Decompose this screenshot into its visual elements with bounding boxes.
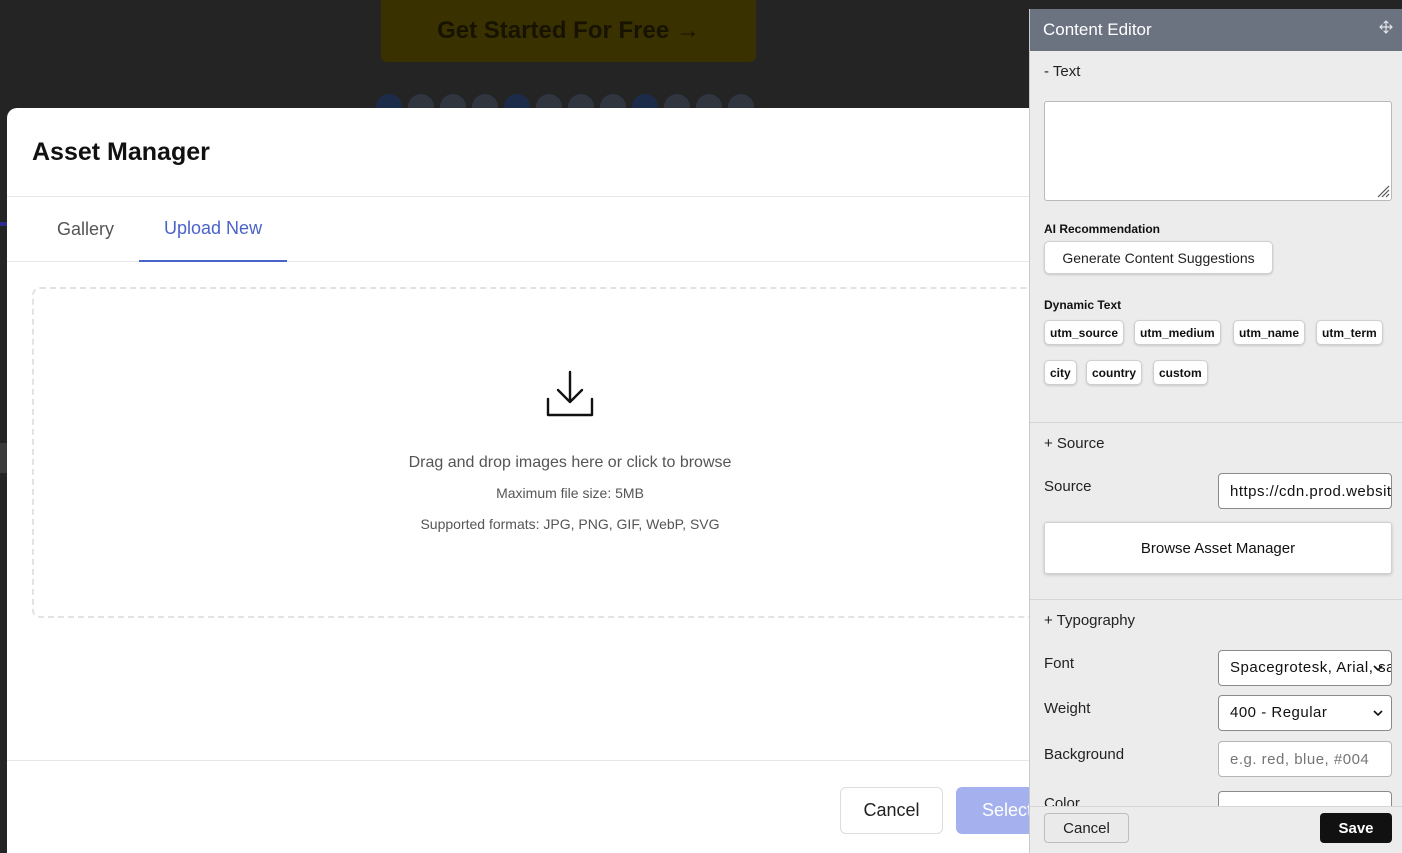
chip-utm-term[interactable]: utm_term <box>1316 320 1383 345</box>
modal-tabs: Gallery Upload New <box>7 197 1067 262</box>
download-icon <box>546 370 594 417</box>
background-label: Background <box>1044 746 1125 763</box>
editor-footer: Cancel Save <box>1030 806 1402 853</box>
background-sidebar-edge <box>0 443 7 473</box>
dynamic-text-label: Dynamic Text <box>1044 298 1122 312</box>
editor-cancel-button[interactable]: Cancel <box>1044 813 1129 843</box>
chip-country[interactable]: country <box>1086 360 1143 385</box>
source-label: Source <box>1044 478 1092 495</box>
weight-select-value: 400 - Regular <box>1230 704 1328 721</box>
chip-custom[interactable]: custom <box>1153 360 1208 385</box>
weight-label: Weight <box>1044 700 1091 717</box>
chip-utm-source[interactable]: utm_source <box>1044 320 1125 345</box>
resize-handle-icon[interactable] <box>1376 184 1390 198</box>
weight-select[interactable]: 400 - Regular <box>1218 695 1392 731</box>
source-url-input[interactable] <box>1218 473 1392 509</box>
color-label: Color <box>1044 795 1080 806</box>
section-divider <box>1030 422 1402 423</box>
get-started-button: Get Started For Free → <box>381 0 756 62</box>
generate-content-suggestions-button[interactable]: Generate Content Suggestions <box>1044 241 1273 274</box>
chevron-down-icon <box>1373 710 1383 717</box>
chip-utm-medium[interactable]: utm_medium <box>1134 320 1221 345</box>
logo-strip <box>376 94 756 120</box>
background-accent <box>0 222 7 226</box>
chip-utm-name[interactable]: utm_name <box>1233 320 1306 345</box>
text-content-textarea[interactable] <box>1044 101 1392 201</box>
color-input[interactable] <box>1218 791 1392 806</box>
tab-gallery[interactable]: Gallery <box>32 197 139 262</box>
chip-city[interactable]: city <box>1044 360 1077 385</box>
dropzone-max-size: Maximum file size: 5MB <box>496 485 644 501</box>
dropzone-instruction: Drag and drop images here or click to br… <box>408 454 732 471</box>
modal-footer: Cancel Select <box>7 760 1067 853</box>
font-select-value: Spacegrotesk, Arial, sans-serif <box>1230 659 1391 676</box>
font-label: Font <box>1044 655 1075 672</box>
font-select[interactable]: Spacegrotesk, Arial, sans-serif <box>1218 650 1392 686</box>
editor-title: Content Editor <box>1043 20 1152 39</box>
modal-header: Asset Manager <box>7 108 1067 197</box>
asset-manager-modal: Asset Manager Gallery Upload New Drag an… <box>7 108 1067 853</box>
typography-section-toggle[interactable]: + Typography <box>1044 612 1135 629</box>
content-editor-panel: Content Editor - Text AI Recommendation … <box>1029 9 1402 853</box>
browse-asset-manager-button[interactable]: Browse Asset Manager <box>1044 522 1392 574</box>
text-section-toggle[interactable]: - Text <box>1044 63 1080 80</box>
section-divider <box>1030 599 1402 600</box>
move-icon[interactable] <box>1379 20 1393 34</box>
cancel-button[interactable]: Cancel <box>840 787 943 834</box>
tab-upload-new[interactable]: Upload New <box>139 197 288 262</box>
modal-title: Asset Manager <box>32 137 210 166</box>
ai-recommendation-label: AI Recommendation <box>1044 222 1161 236</box>
editor-header[interactable]: Content Editor <box>1030 9 1402 51</box>
upload-dropzone[interactable]: Drag and drop images here or click to br… <box>32 287 1067 618</box>
dropzone-formats: Supported formats: JPG, PNG, GIF, WebP, … <box>420 516 720 532</box>
chevron-down-icon <box>1373 665 1383 672</box>
background-color-input[interactable] <box>1218 741 1392 777</box>
editor-save-button[interactable]: Save <box>1320 813 1392 843</box>
source-section-toggle[interactable]: + Source <box>1044 435 1104 452</box>
